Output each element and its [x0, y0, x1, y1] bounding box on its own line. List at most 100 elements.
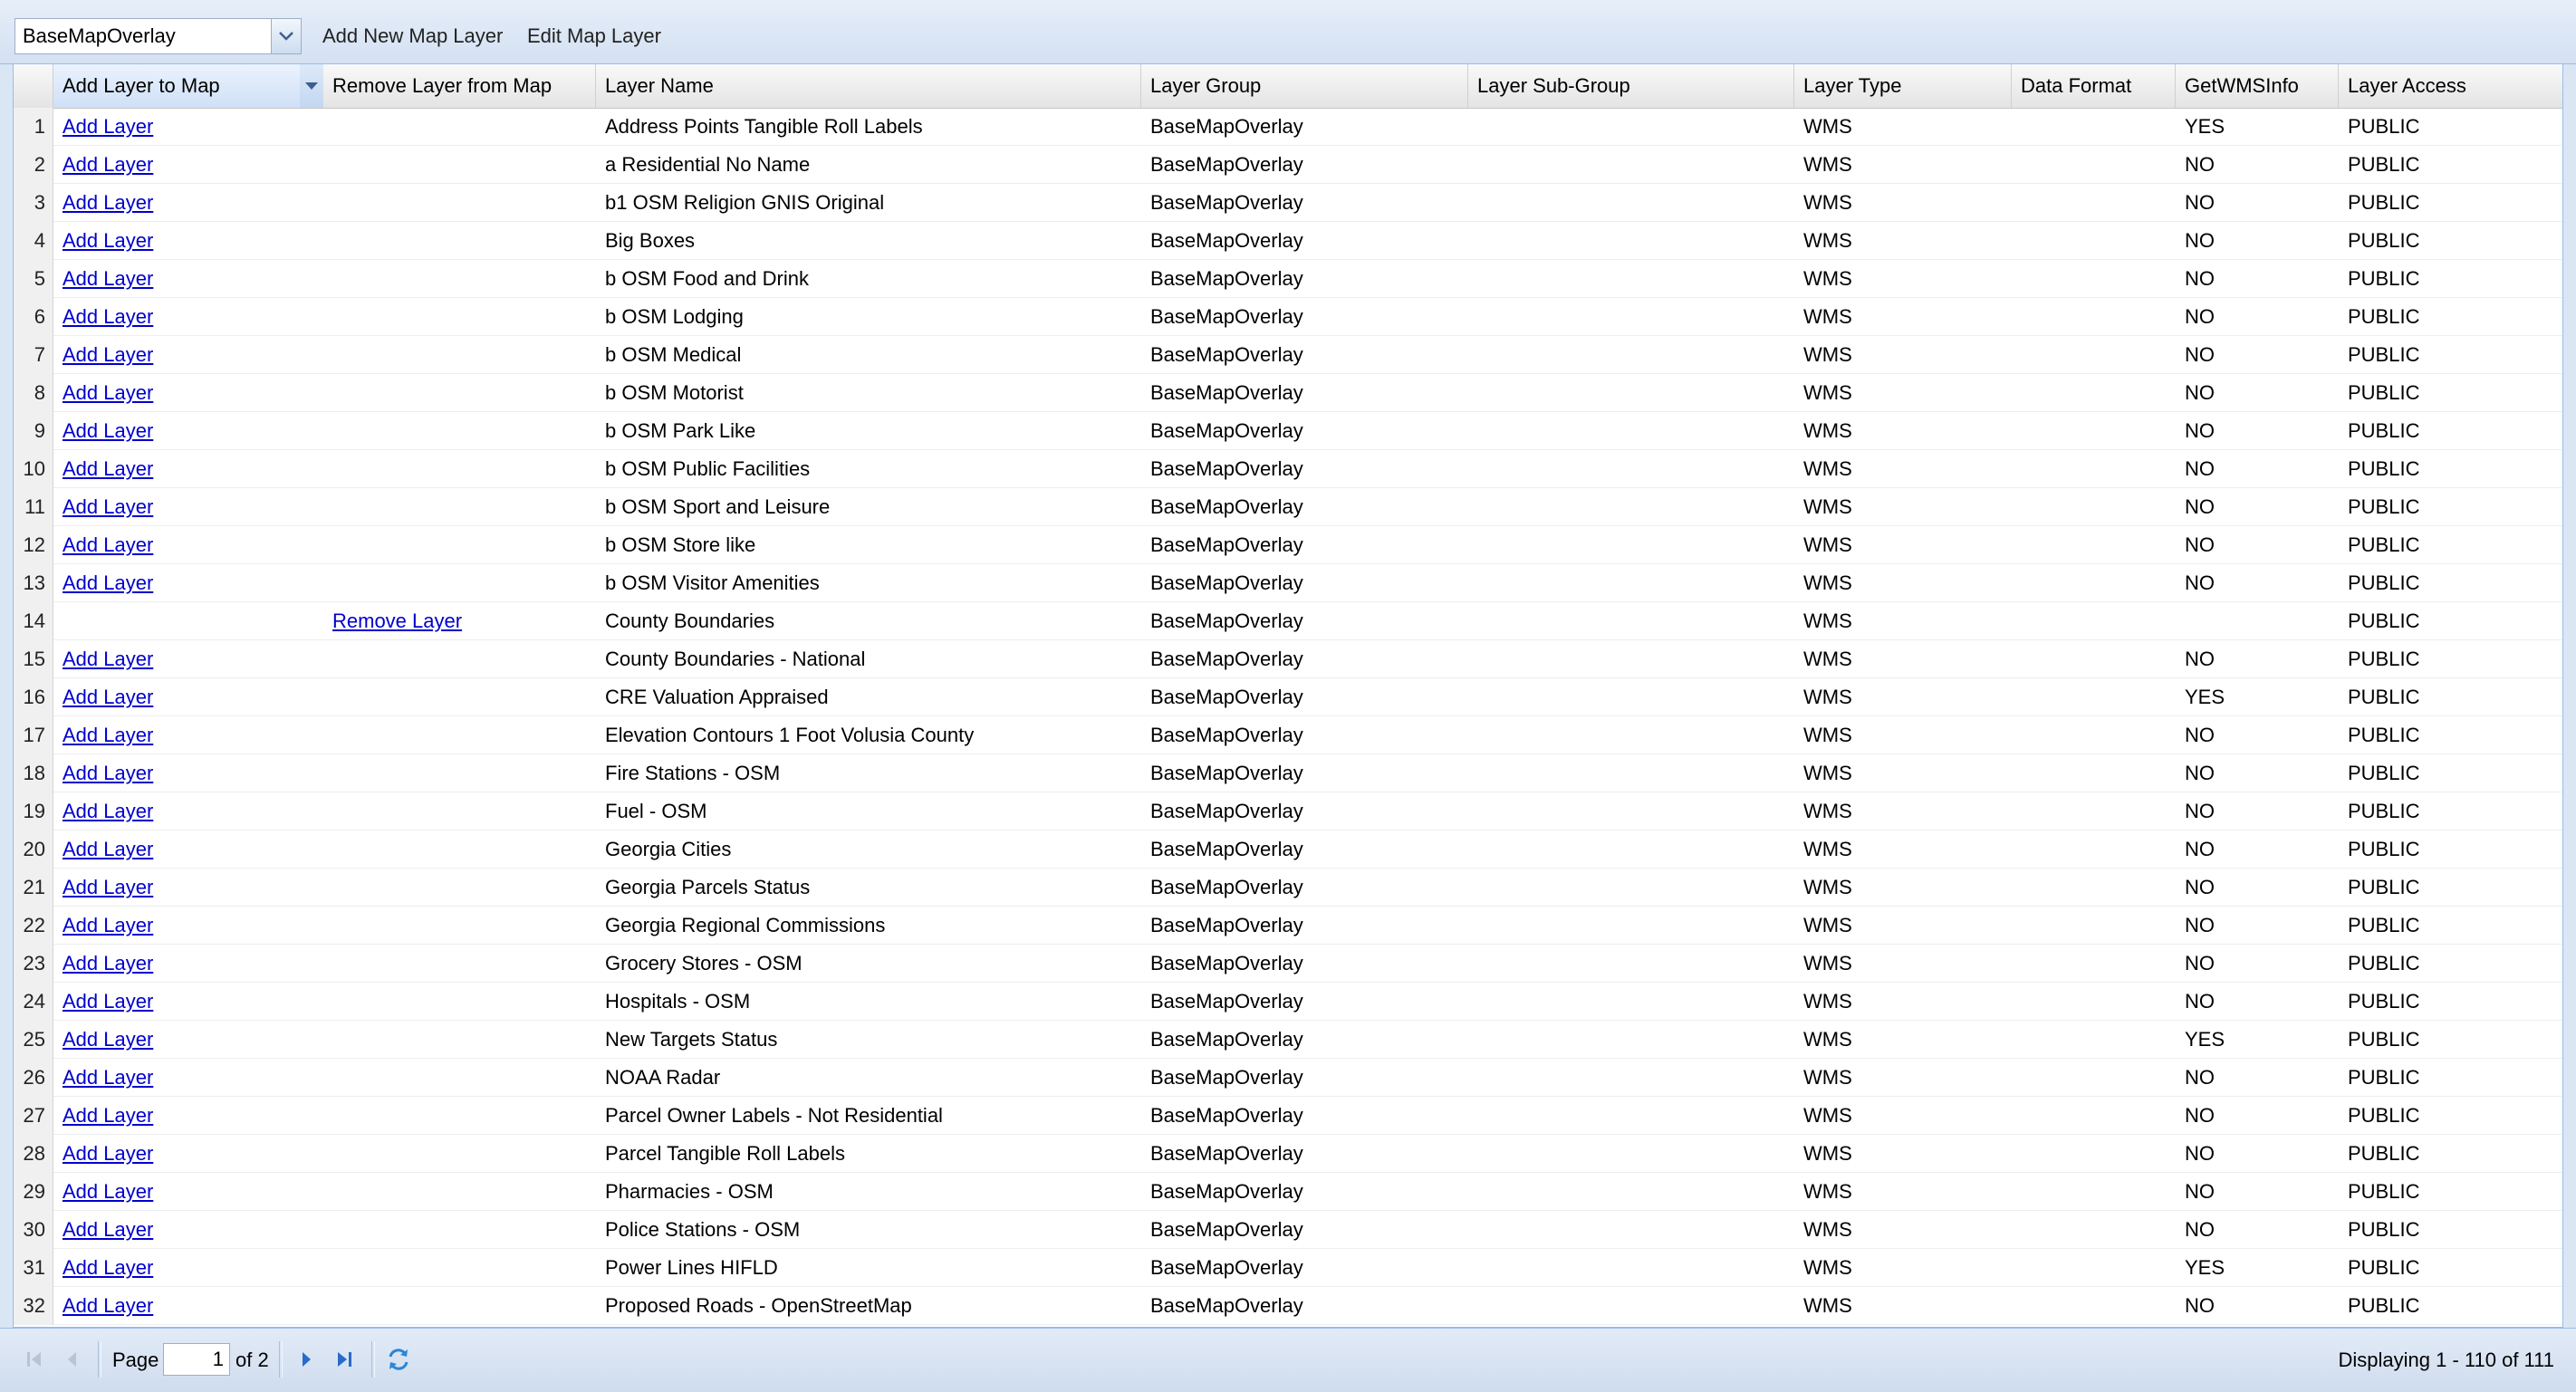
column-header-layer-access[interactable]: Layer Access — [2339, 64, 2562, 108]
add-layer-link[interactable]: Add Layer — [62, 229, 153, 252]
add-layer-link[interactable]: Add Layer — [62, 762, 153, 784]
add-layer-link[interactable]: Add Layer — [62, 990, 153, 1013]
add-layer-link[interactable]: Add Layer — [62, 191, 153, 214]
column-header-add-layer[interactable]: Add Layer to Map — [53, 64, 323, 108]
layer-access-cell: PUBLIC — [2348, 381, 2420, 404]
add-layer-link[interactable]: Add Layer — [62, 305, 153, 328]
getwmsinfo-cell: NO — [2185, 1142, 2215, 1165]
table-row[interactable]: 20 Add Layer Georgia Cities BaseMapOverlay W… — [14, 830, 2562, 869]
remove-layer-link[interactable]: Remove Layer — [332, 610, 462, 632]
table-row[interactable]: 28 Add Layer Parcel Tangible Roll Labels Ba… — [14, 1135, 2562, 1173]
add-layer-link[interactable]: Add Layer — [62, 1256, 153, 1279]
column-menu-chevron-icon[interactable] — [300, 64, 323, 108]
table-row[interactable]: 22 Add Layer Georgia Regional Commissions B… — [14, 907, 2562, 945]
column-header-getwmsinfo[interactable]: GetWMSInfo — [2176, 64, 2339, 108]
add-layer-link[interactable]: Add Layer — [62, 1142, 153, 1165]
add-layer-link[interactable]: Add Layer — [62, 1066, 153, 1089]
add-layer-link[interactable]: Add Layer — [62, 381, 153, 404]
table-row[interactable]: 2 Add Layer a Residential No Name BaseMapOv… — [14, 146, 2562, 184]
chevron-down-icon[interactable] — [271, 19, 301, 53]
add-layer-link[interactable]: Add Layer — [62, 153, 153, 176]
add-layer-link[interactable]: Add Layer — [62, 1028, 153, 1051]
column-header-layer-type[interactable]: Layer Type — [1794, 64, 2012, 108]
table-row[interactable]: 18 Add Layer Fire Stations - OSM BaseMapOve… — [14, 754, 2562, 792]
table-row[interactable]: 23 Add Layer Grocery Stores - OSM BaseMapOv… — [14, 945, 2562, 983]
table-row[interactable]: 19 Add Layer Fuel - OSM BaseMapOverlay WMS NO… — [14, 792, 2562, 830]
table-row[interactable]: 31 Add Layer Power Lines HIFLD BaseMapOverl… — [14, 1249, 2562, 1287]
table-row[interactable]: 10 Add Layer b OSM Public Facilities BaseMa… — [14, 450, 2562, 488]
add-layer-link[interactable]: Add Layer — [62, 419, 153, 442]
first-page-icon[interactable] — [18, 1343, 51, 1376]
table-row[interactable]: 5 Add Layer b OSM Food and Drink BaseMapOve… — [14, 260, 2562, 298]
table-row[interactable]: 27 Add Layer Parcel Owner Labels - Not Res… — [14, 1097, 2562, 1135]
table-row[interactable]: 25 Add Layer New Targets Status BaseMapOver… — [14, 1021, 2562, 1059]
last-page-icon[interactable] — [328, 1343, 360, 1376]
add-cell: Add Layer — [53, 374, 323, 412]
layer-group-cell: BaseMapOverlay — [1150, 305, 1303, 328]
add-layer-link[interactable]: Add Layer — [62, 876, 153, 898]
table-row[interactable]: 24 Add Layer Hospitals - OSM BaseMapOverlay… — [14, 983, 2562, 1021]
add-layer-link[interactable]: Add Layer — [62, 267, 153, 290]
table-row[interactable]: 30 Add Layer Police Stations - OSM BaseMapO… — [14, 1211, 2562, 1249]
add-new-map-layer-button[interactable]: Add New Map Layer — [322, 20, 503, 53]
table-row[interactable]: 26 Add Layer NOAA Radar BaseMapOverlay WMS NO… — [14, 1059, 2562, 1097]
column-header-remove-layer[interactable]: Remove Layer from Map — [323, 64, 596, 108]
add-layer-link[interactable]: Add Layer — [62, 533, 153, 556]
layer-sub-group-cell — [1468, 1059, 1794, 1097]
layer-name-cell: New Targets Status — [605, 1028, 778, 1051]
table-row[interactable]: 14 Remove Layer County Boundaries BaseMapOv… — [14, 602, 2562, 640]
add-layer-link[interactable]: Add Layer — [62, 1180, 153, 1203]
add-layer-link[interactable]: Add Layer — [62, 495, 153, 518]
getwmsinfo-cell: NO — [2185, 1104, 2215, 1127]
add-layer-link[interactable]: Add Layer — [62, 952, 153, 974]
add-layer-link[interactable]: Add Layer — [62, 648, 153, 670]
add-layer-link[interactable]: Add Layer — [62, 1294, 153, 1317]
table-row[interactable]: 3 Add Layer b1 OSM Religion GNIS Original B… — [14, 184, 2562, 222]
add-layer-link[interactable]: Add Layer — [62, 838, 153, 860]
add-layer-link[interactable]: Add Layer — [62, 457, 153, 480]
add-layer-link[interactable]: Add Layer — [62, 343, 153, 366]
row-number: 13 — [14, 564, 53, 602]
table-row[interactable]: 15 Add Layer County Boundaries - National B… — [14, 640, 2562, 678]
add-layer-link[interactable]: Add Layer — [62, 724, 153, 746]
table-row[interactable]: 12 Add Layer b OSM Store like BaseMapOverla… — [14, 526, 2562, 564]
table-row[interactable]: 32 Add Layer Proposed Roads - OpenStreetMa… — [14, 1287, 2562, 1325]
table-row[interactable]: 21 Add Layer Georgia Parcels Status BaseMap… — [14, 869, 2562, 907]
data-format-cell — [2012, 907, 2176, 945]
table-row[interactable]: 4 Add Layer Big Boxes BaseMapOverlay WMS NO PU… — [14, 222, 2562, 260]
layer-group-select[interactable]: BaseMapOverlay — [14, 18, 302, 54]
getwmsinfo-cell: NO — [2185, 229, 2215, 252]
table-row[interactable]: 17 Add Layer Elevation Contours 1 Foot Vol… — [14, 716, 2562, 754]
remove-cell — [323, 869, 596, 907]
layer-access-cell: PUBLIC — [2348, 1028, 2420, 1051]
add-layer-link[interactable]: Add Layer — [62, 1104, 153, 1127]
table-row[interactable]: 13 Add Layer b OSM Visitor Amenities BaseMa… — [14, 564, 2562, 602]
edit-map-layer-button[interactable]: Edit Map Layer — [527, 20, 661, 53]
add-layer-link[interactable]: Add Layer — [62, 686, 153, 708]
table-row[interactable]: 7 Add Layer b OSM Medical BaseMapOverlay WMS… — [14, 336, 2562, 374]
remove-cell — [323, 336, 596, 374]
table-row[interactable]: 16 Add Layer CRE Valuation Appraised BaseMa… — [14, 678, 2562, 716]
layer-sub-group-cell — [1468, 298, 1794, 336]
refresh-icon[interactable] — [382, 1343, 415, 1376]
page-number-input[interactable] — [163, 1343, 230, 1376]
add-layer-link[interactable]: Add Layer — [62, 115, 153, 138]
table-row[interactable]: 9 Add Layer b OSM Park Like BaseMapOverlay W… — [14, 412, 2562, 450]
add-layer-link[interactable]: Add Layer — [62, 914, 153, 936]
column-header-data-format[interactable]: Data Format — [2012, 64, 2176, 108]
table-row[interactable]: 11 Add Layer b OSM Sport and Leisure BaseMa… — [14, 488, 2562, 526]
add-layer-link[interactable]: Add Layer — [62, 800, 153, 822]
next-page-icon[interactable] — [290, 1343, 322, 1376]
row-number: 9 — [14, 412, 53, 450]
add-layer-link[interactable]: Add Layer — [62, 1218, 153, 1241]
table-row[interactable]: 1 Add Layer Address Points Tangible Roll L… — [14, 108, 2562, 146]
table-row[interactable]: 8 Add Layer b OSM Motorist BaseMapOverlay WM… — [14, 374, 2562, 412]
table-row[interactable]: 29 Add Layer Pharmacies - OSM BaseMapOverla… — [14, 1173, 2562, 1211]
column-header-layer-sub-group[interactable]: Layer Sub-Group — [1468, 64, 1794, 108]
table-row[interactable]: 6 Add Layer b OSM Lodging BaseMapOverlay WMS… — [14, 298, 2562, 336]
prev-page-icon[interactable] — [56, 1343, 89, 1376]
column-header-layer-name[interactable]: Layer Name — [596, 64, 1141, 108]
column-header-layer-group[interactable]: Layer Group — [1141, 64, 1468, 108]
layer-name-cell: Address Points Tangible Roll Labels — [605, 115, 923, 138]
add-layer-link[interactable]: Add Layer — [62, 571, 153, 594]
